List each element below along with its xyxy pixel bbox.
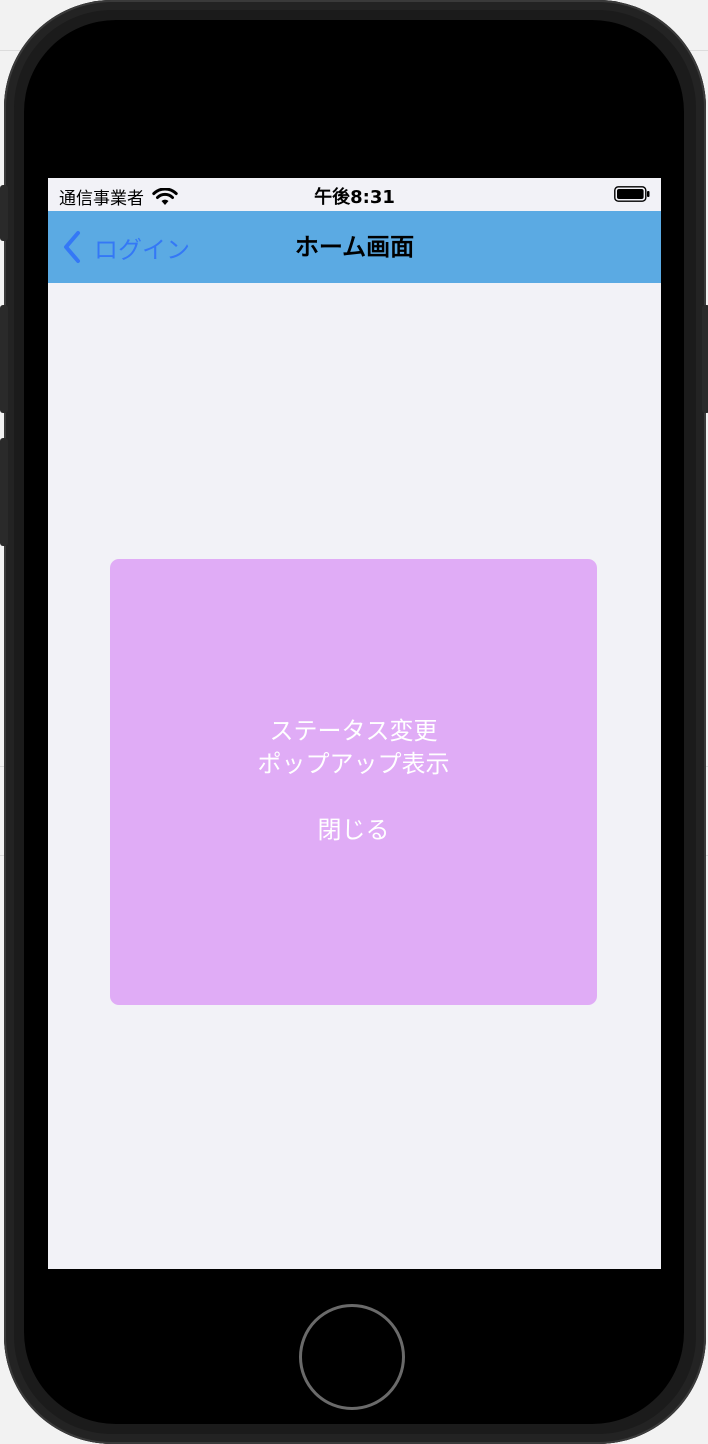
volume-up-button xyxy=(0,305,8,413)
volume-down-button xyxy=(0,438,8,546)
back-button[interactable]: ログイン xyxy=(62,229,190,265)
close-button[interactable]: 閉じる xyxy=(110,814,597,847)
mute-switch xyxy=(0,185,8,241)
status-time: 午後8:31 xyxy=(314,187,395,208)
app-screen: 通信事業者 午後8:31 ホーム画面 ログイン ステータス変更 ポップアップ表示 xyxy=(48,178,661,1269)
back-button-label: ログイン xyxy=(94,235,190,264)
popup-message-line-1: ステータス変更 xyxy=(269,717,438,745)
chevron-left-icon xyxy=(64,231,80,263)
battery-full-icon xyxy=(614,186,650,202)
navigation-bar: ホーム画面 ログイン xyxy=(48,211,661,283)
status-bar: 通信事業者 午後8:31 xyxy=(48,178,661,211)
popup-message: ステータス変更 ポップアップ表示 xyxy=(110,715,597,781)
popup-message-line-2: ポップアップ表示 xyxy=(257,750,450,778)
status-change-popup: ステータス変更 ポップアップ表示 閉じる xyxy=(110,559,597,1005)
home-button[interactable] xyxy=(299,1304,405,1410)
power-button xyxy=(702,305,708,413)
